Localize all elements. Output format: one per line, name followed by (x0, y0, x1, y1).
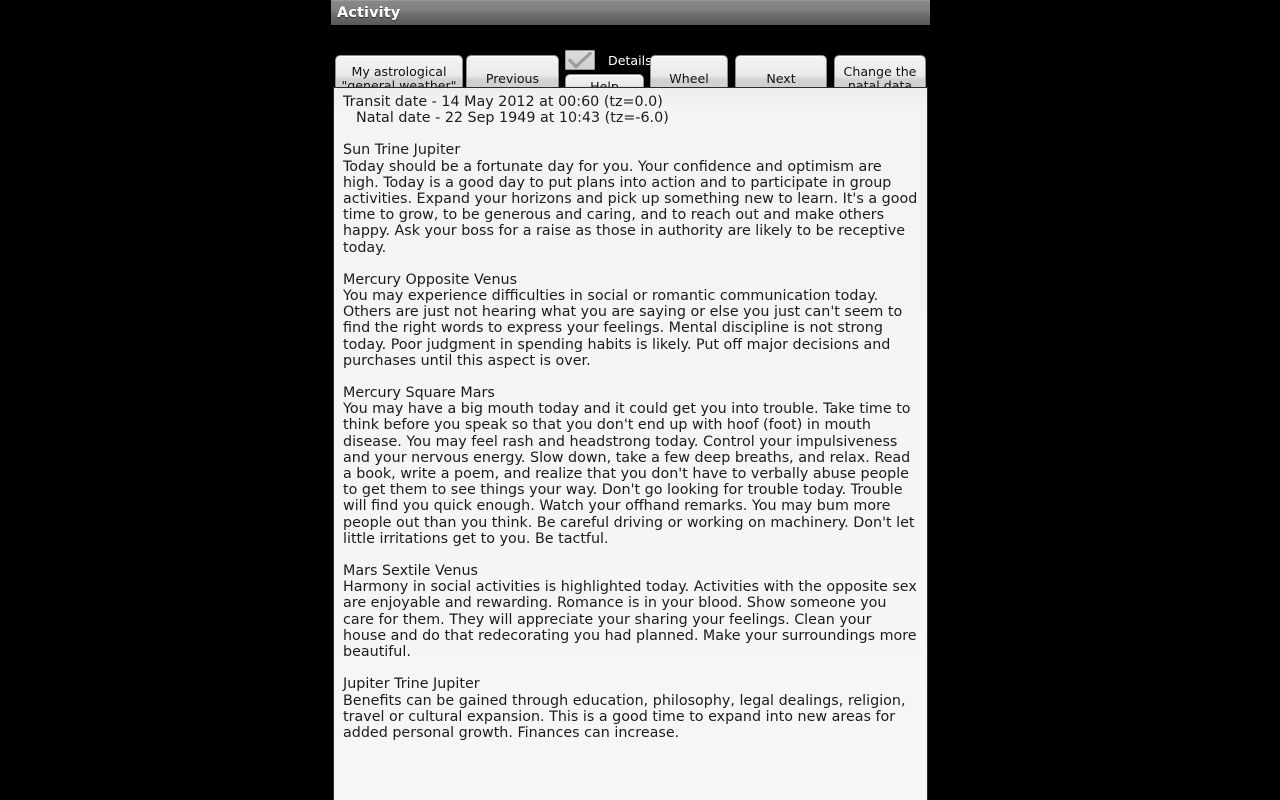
aspect-section: Mercury Opposite Venus You may experience… (343, 272, 918, 369)
wheel-button-label: Wheel (669, 70, 709, 86)
aspect-body: You may have a big mouth today and it co… (343, 401, 915, 547)
aspect-section: Mars Sextile Venus Harmony in social acti… (343, 563, 918, 660)
natal-date-line: Natal date - 22 Sep 1949 at 10:43 (tz=-6… (356, 110, 669, 127)
content-scroll-area[interactable]: Transit date - 14 May 2012 at 00:60 (tz=… (334, 88, 927, 800)
toolbar: My astrological "general weather" Previo… (331, 25, 930, 103)
app-window: Activity My astrological "general weathe… (331, 0, 930, 800)
aspect-sections: Sun Trine Jupiter Today should be a fortu… (343, 142, 918, 741)
aspect-section: Sun Trine Jupiter Today should be a fortu… (343, 142, 918, 255)
aspect-title: Mercury Opposite Venus (343, 271, 518, 288)
aspect-title: Mars Sextile Venus (343, 563, 478, 580)
aspect-title: Mercury Square Mars (343, 385, 495, 402)
title-bar: Activity (331, 0, 930, 25)
aspect-section: Jupiter Trine Jupiter Benefits can be gai… (343, 676, 918, 741)
aspect-section: Mercury Square Mars You may have a big mo… (343, 385, 918, 547)
general-weather-line-1: My astrological (351, 63, 447, 79)
page-title: Activity (337, 4, 401, 21)
aspect-body: Today should be a fortunate day for you.… (343, 158, 918, 256)
content-panel: Transit date - 14 May 2012 at 00:60 (tz=… (333, 87, 928, 800)
aspect-body: You may experience difficulties in socia… (343, 288, 903, 369)
next-button-label: Next (766, 70, 796, 86)
aspect-body: Harmony in social activities is highligh… (343, 579, 917, 661)
check-icon (568, 52, 592, 69)
details-checkbox-group[interactable]: Details (565, 49, 652, 71)
transit-date-line: Transit date - 14 May 2012 at 00:60 (tz=… (343, 94, 663, 110)
previous-button-label: Previous (485, 70, 540, 86)
details-label: Details (608, 52, 652, 68)
aspect-title: Jupiter Trine Jupiter (343, 676, 480, 693)
aspect-title: Sun Trine Jupiter (343, 142, 461, 159)
aspect-body: Benefits can be gained through education… (343, 692, 906, 741)
details-checkbox[interactable] (565, 50, 595, 70)
change-natal-line-1: Change the (843, 63, 917, 79)
